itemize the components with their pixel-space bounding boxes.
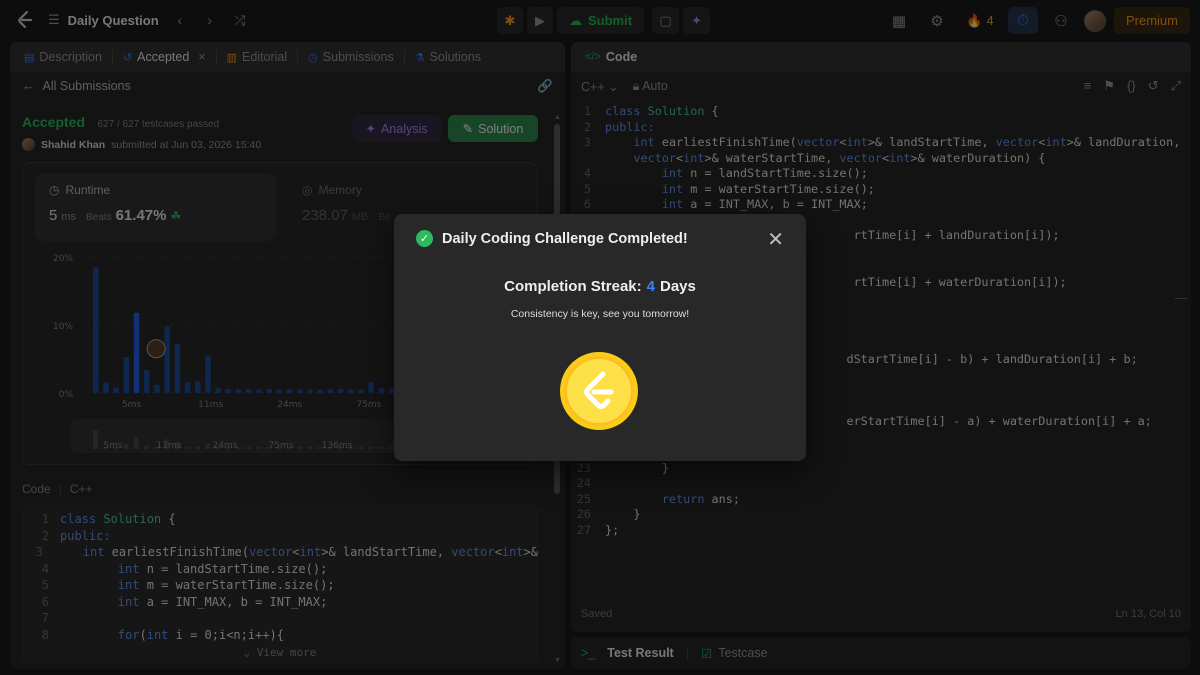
completion-streak: Completion Streak: 4 Days <box>394 278 806 295</box>
check-circle-icon: ✓ <box>416 230 433 247</box>
streak-value: 4 <box>646 278 655 295</box>
modal-title: Daily Coding Challenge Completed! <box>442 230 688 247</box>
streak-label: Completion Streak: <box>504 278 642 295</box>
leetcode-coin-badge <box>560 352 638 430</box>
modal-message: Consistency is key, see you tomorrow! <box>510 308 690 320</box>
leetcode-logo-icon <box>584 371 614 409</box>
streak-unit: Days <box>660 278 696 295</box>
close-icon[interactable]: ✕ <box>767 227 784 252</box>
daily-challenge-modal: ✓ Daily Coding Challenge Completed! ✕ Co… <box>394 214 806 461</box>
